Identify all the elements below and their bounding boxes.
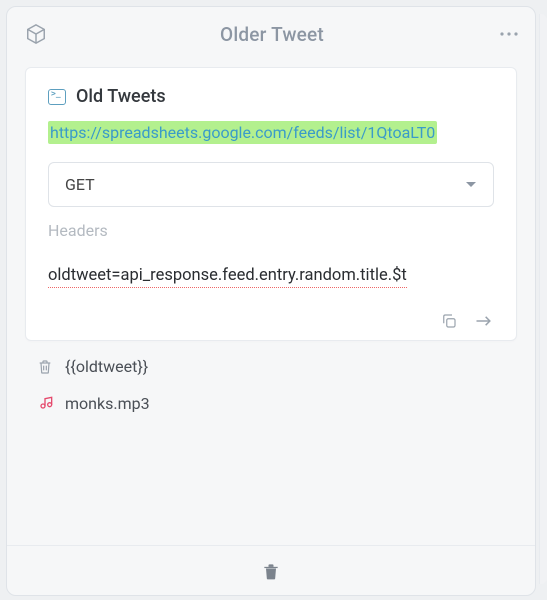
http-method-value: GET [65, 175, 95, 194]
variable-label: {{oldtweet}} [65, 357, 148, 376]
http-request-card: Old Tweets https://spreadsheets.google.c… [25, 67, 517, 341]
panel-footer [7, 545, 535, 595]
url-value: https://spreadsheets.google.com/feeds/li… [48, 121, 437, 144]
trash-icon [37, 358, 53, 376]
audio-label: monks.mp3 [65, 394, 150, 413]
chevron-down-icon [465, 181, 477, 189]
adjacent-panel-edge [539, 14, 547, 584]
card-title: Old Tweets [76, 86, 166, 107]
http-method-select[interactable]: GET [48, 162, 494, 207]
audio-item[interactable]: monks.mp3 [25, 392, 517, 415]
url-field[interactable]: https://spreadsheets.google.com/feeds/li… [48, 121, 494, 148]
panel-title: Older Tweet [53, 23, 491, 46]
workflow-panel: Older Tweet Old Tweets https://spreadshe… [6, 6, 536, 596]
music-note-icon [37, 395, 53, 413]
panel-body: Old Tweets https://spreadsheets.google.c… [7, 61, 535, 545]
run-arrow-button[interactable] [474, 312, 494, 330]
cube-icon [25, 23, 53, 45]
delete-button[interactable] [261, 560, 281, 582]
terminal-icon [48, 89, 66, 105]
variable-item[interactable]: {{oldtweet}} [25, 355, 517, 378]
duplicate-button[interactable] [440, 312, 458, 330]
more-menu-button[interactable] [491, 31, 519, 37]
headers-field[interactable]: Headers [48, 221, 494, 240]
card-title-row: Old Tweets [48, 86, 494, 107]
panel-header: Older Tweet [7, 7, 535, 61]
card-actions [48, 312, 494, 330]
method-select-row: GET [48, 162, 494, 207]
expression-input[interactable]: oldtweet=api_response.feed.entry.random.… [48, 266, 407, 288]
